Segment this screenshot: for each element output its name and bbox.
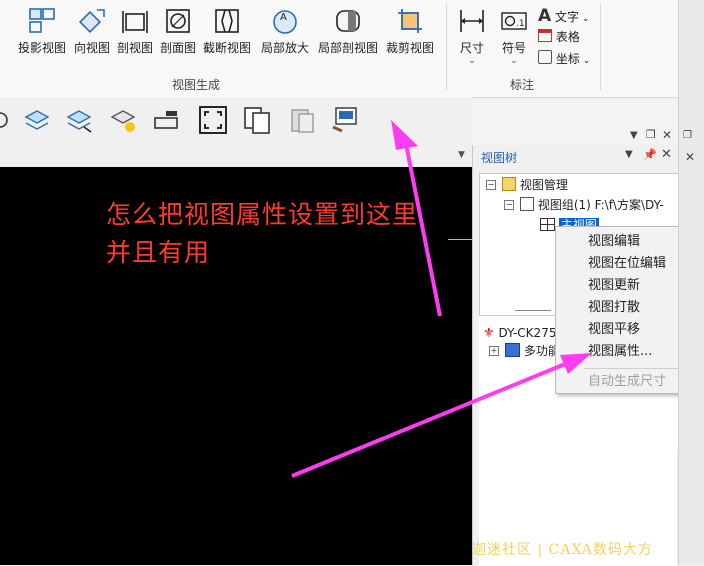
side-strip: ❐ ✕ [678, 0, 704, 565]
tree-node-root[interactable]: 视图管理 [502, 176, 568, 193]
table-icon [538, 29, 552, 42]
annotation-caption: 并且有用 [106, 238, 211, 267]
direction-view-icon [78, 9, 105, 34]
table-button[interactable]: 表格 [538, 28, 580, 45]
tree-node-part[interactable]: ⚜ DY-CK2750 [483, 326, 564, 341]
dropdown-arrow-icon[interactable]: ▼ [458, 150, 465, 160]
coordinate-label: 坐标 [555, 52, 580, 66]
restore-icon[interactable]: ❐ [646, 128, 656, 141]
break-view-label: 截断视图 [202, 41, 251, 55]
pin-icon[interactable]: 📌 [643, 148, 657, 161]
tree-node-label: 视图管理 [519, 178, 568, 192]
partial-section-label: 局部剖视图 [318, 41, 379, 55]
svg-text:.1: .1 [516, 19, 525, 29]
view-group-icon [520, 197, 534, 211]
panel-title: 视图树 [481, 151, 518, 165]
restore-icon[interactable]: ❐ [683, 130, 692, 141]
ribbon: 图 投影视图 向视图 剖视图 剖面图 截断视图 A 局部放大 局部剖视图 裁剪视… [0, 0, 678, 98]
crop-view-label: 裁剪视图 [385, 41, 434, 55]
context-menu: 视图编辑 视图在位编辑 视图更新 视图打散 视图平移 视图属性... 自动生成尺… [555, 226, 685, 394]
group-label-annotation: 标注 [510, 78, 535, 92]
paste-icon[interactable] [288, 105, 318, 135]
part-icon: ⚜ [483, 326, 495, 341]
projection-view-icon [29, 8, 55, 33]
partial-section-button[interactable]: 局部剖视图 [318, 4, 378, 60]
menu-item-view-pan[interactable]: 视图平移 [588, 318, 640, 337]
menu-item-view-properties[interactable]: 视图属性... [588, 340, 652, 359]
group-divider [600, 4, 601, 90]
view-icon [0, 6, 1, 36]
svg-text:A: A [280, 12, 287, 23]
fullscreen-icon[interactable] [198, 105, 228, 135]
group-label-view-generation: 视图生成 [172, 78, 221, 92]
layer-move-icon[interactable] [64, 105, 94, 135]
divider [515, 310, 551, 311]
table-label: 表格 [555, 30, 580, 44]
cross-section-icon [166, 9, 190, 33]
close-icon[interactable]: ✕ [662, 128, 672, 142]
canvas-line [448, 239, 472, 240]
menu-item-view-inplace-edit[interactable]: 视图在位编辑 [588, 252, 666, 271]
watermark: 迦迷社区 | CAXA数码大方 [472, 542, 654, 558]
chevron-down-icon: ⌄ [510, 56, 518, 66]
format-painter-icon[interactable] [330, 105, 360, 135]
partial-section-icon [336, 10, 360, 32]
layer-light-icon[interactable] [108, 105, 138, 135]
drawing-canvas[interactable]: 怎么把视图属性设置到这里 并且有用 [0, 167, 472, 565]
align-icon[interactable] [152, 105, 182, 135]
collapse-icon[interactable]: − [486, 180, 496, 190]
break-view-icon [215, 9, 239, 33]
folder-icon [502, 177, 516, 191]
chevron-down-icon: ⌄ [579, 56, 591, 66]
symbol-label: 符号 [501, 41, 526, 55]
symbol-icon: .1 [501, 12, 527, 30]
text-button[interactable]: A 文字 ⌄ [538, 6, 589, 26]
collapse-icon[interactable]: − [504, 200, 514, 210]
document-strip: ▼ [0, 145, 472, 167]
text-icon: A [538, 6, 552, 26]
detail-zoom-label: 局部放大 [260, 41, 309, 55]
copy-icon[interactable] [242, 105, 272, 135]
panel-small-dropdown-icon[interactable]: ▼ [630, 130, 638, 141]
coordinate-icon [538, 50, 552, 64]
close-icon[interactable]: ✕ [661, 147, 672, 162]
menu-item-view-explode[interactable]: 视图打散 [588, 296, 640, 315]
crop-view-button[interactable]: 裁剪视图 [380, 4, 440, 60]
menu-item-auto-dimension: 自动生成尺寸 [588, 374, 667, 389]
tree-node-label: 视图组(1) F:\f\方案\DY- [537, 198, 664, 212]
detail-zoom-icon: A [273, 10, 297, 34]
break-view-button[interactable]: 截断视图 [197, 4, 257, 60]
body-icon [505, 343, 520, 357]
panel-dropdown-icon[interactable]: ▼ [625, 149, 633, 160]
dimension-icon [460, 10, 484, 32]
section-view-icon [122, 11, 148, 33]
rotate-icon[interactable] [0, 105, 18, 135]
coordinate-button[interactable]: 坐标 ⌄ [538, 50, 590, 67]
annotation-caption: 怎么把视图属性设置到这里 [106, 200, 419, 229]
text-label: 文字 [555, 10, 580, 24]
menu-item-view-update[interactable]: 视图更新 [588, 274, 640, 293]
layer-icon[interactable] [22, 105, 52, 135]
close-icon[interactable]: ✕ [685, 150, 695, 164]
toolbar [0, 97, 472, 145]
menu-separator [584, 368, 678, 369]
chevron-down-icon: ⌄ [579, 14, 590, 24]
symbol-button[interactable]: .1 符号 ⌄ [485, 4, 543, 66]
detail-zoom-button[interactable]: A 局部放大 [255, 4, 315, 60]
tree-node-multi[interactable]: 多功能 [505, 342, 560, 359]
crop-view-icon [398, 9, 422, 33]
expand-icon[interactable]: + [489, 346, 499, 356]
tree-node-view-group[interactable]: 视图组(1) F:\f\方案\DY- [520, 196, 664, 213]
menu-item-view-edit[interactable]: 视图编辑 [588, 230, 640, 249]
main-view-icon [540, 218, 555, 231]
